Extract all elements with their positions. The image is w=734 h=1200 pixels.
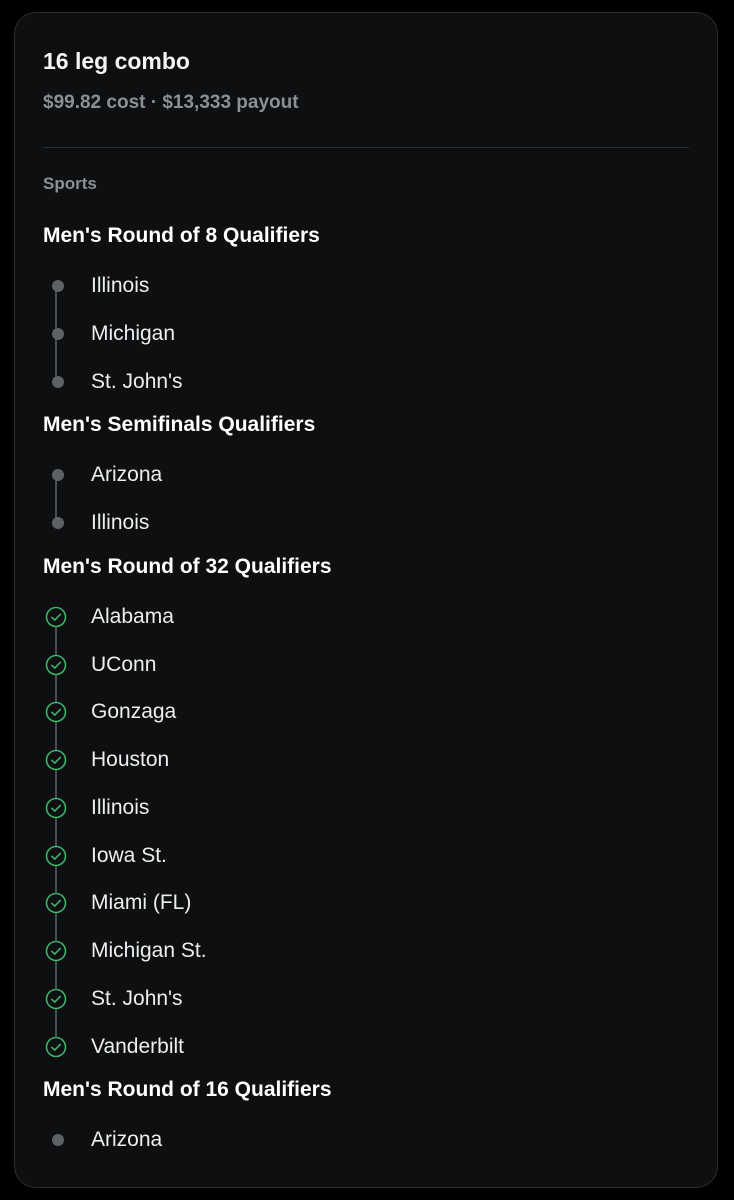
combo-card: 16 leg combo $99.82 cost · $13,333 payou… <box>14 12 718 1188</box>
leg-connector-line <box>55 616 57 1047</box>
leg-item: Miami (FL) <box>43 888 643 918</box>
leg-label: Gonzaga <box>91 700 177 724</box>
leg-item: Vanderbilt <box>43 1032 643 1062</box>
group-title: Men's Semifinals Qualifiers <box>43 413 316 437</box>
pending-dot-icon <box>45 371 67 393</box>
combo-title: 16 leg combo <box>43 48 190 74</box>
pending-dot-icon <box>45 1129 67 1151</box>
pending-dot-icon <box>45 512 67 534</box>
leg-label: Vanderbilt <box>91 1034 185 1058</box>
pending-dot-icon <box>45 464 67 486</box>
check-circle-icon <box>45 606 67 628</box>
check-circle-icon <box>45 845 67 867</box>
check-circle-icon <box>45 988 67 1010</box>
group-title: Men's Round of 8 Qualifiers <box>43 224 320 247</box>
leg-label: St. John's <box>91 986 183 1010</box>
leg-label: Arizona <box>91 463 163 487</box>
leg-item: Iowa St. <box>43 841 643 871</box>
leg-label: Houston <box>91 748 170 771</box>
leg-label: Illinois <box>91 274 150 297</box>
leg-label: Miami (FL) <box>91 891 192 915</box>
leg-item: Michigan <box>43 319 643 349</box>
leg-item: St. John's <box>43 984 643 1014</box>
leg-item: Illinois <box>43 508 643 538</box>
leg-label: Alabama <box>91 604 174 628</box>
check-circle-icon <box>45 749 67 771</box>
check-circle-icon <box>45 892 67 914</box>
check-circle-icon <box>45 654 67 676</box>
section-label-sports: Sports <box>43 174 97 193</box>
leg-item: Illinois <box>43 793 643 823</box>
leg-item: Houston <box>43 745 643 775</box>
leg-label: UConn <box>91 652 157 676</box>
leg-item: Illinois <box>43 271 643 301</box>
leg-label: Arizona <box>91 1128 163 1152</box>
check-circle-icon <box>45 701 67 723</box>
leg-item: Alabama <box>43 602 643 632</box>
leg-label: Iowa St. <box>91 843 167 867</box>
check-circle-icon <box>45 1036 67 1058</box>
leg-item: Gonzaga <box>43 697 643 727</box>
pending-dot-icon <box>45 275 67 297</box>
leg-item: Arizona <box>43 460 643 490</box>
divider <box>43 147 689 148</box>
leg-item: UConn <box>43 650 643 680</box>
leg-label: Michigan St. <box>91 939 207 962</box>
group-title: Men's Round of 16 Qualifiers <box>43 1078 332 1102</box>
leg-label: Illinois <box>91 511 150 534</box>
leg-label: St. John's <box>91 369 183 393</box>
leg-item: St. John's <box>43 367 643 397</box>
check-circle-icon <box>45 797 67 819</box>
check-circle-icon <box>45 940 67 962</box>
pending-dot-icon <box>45 323 67 345</box>
leg-item: Michigan St. <box>43 936 643 966</box>
cost-payout-summary: $99.82 cost · $13,333 payout <box>43 92 299 113</box>
leg-label: Michigan <box>91 321 176 345</box>
leg-item: Arizona <box>43 1125 643 1155</box>
group-title: Men's Round of 32 Qualifiers <box>43 554 332 578</box>
leg-label: Illinois <box>91 795 150 819</box>
